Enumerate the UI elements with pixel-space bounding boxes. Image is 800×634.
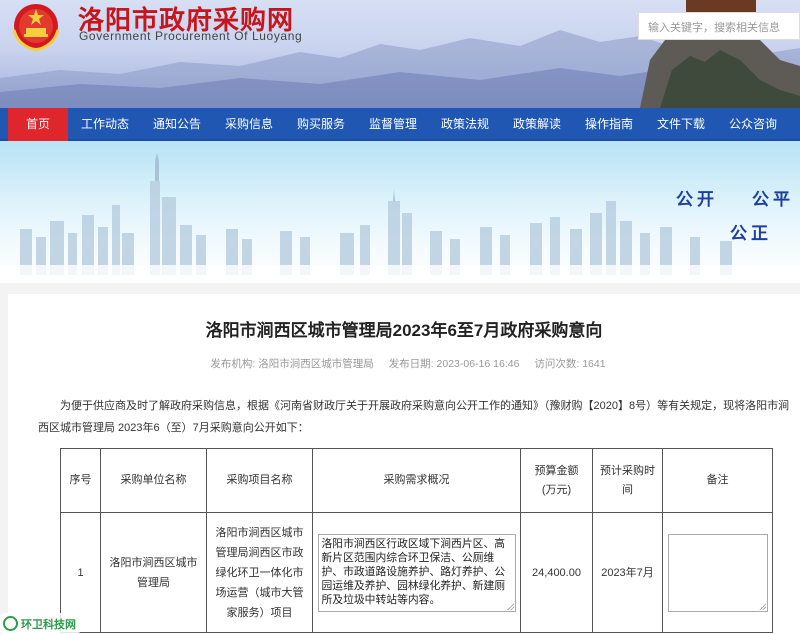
site-subtitle: Government Procurement Of Luoyang (79, 29, 303, 43)
header-budget-line1: 预算金额 (534, 464, 579, 477)
nav-item-guide[interactable]: 操作指南 (580, 108, 638, 141)
search-input[interactable]: 输入关键字，搜索相关信息 (638, 12, 800, 40)
header-time-line2: 间 (622, 483, 633, 496)
intro-paragraph-line2: 西区城市管理局 2023年6（至）7月采购意向公开如下： (38, 422, 309, 434)
publisher-meta: 发布机构: 洛阳市涧西区城市管理局 (210, 358, 373, 370)
cell-project-line1: 洛阳市涧西区城市 (215, 526, 304, 539)
header-unit: 采购单位名称 (100, 448, 207, 513)
city-skyline-image (0, 153, 800, 283)
cell-overview: 洛阳市涧西区行政区域下涧西片区、高新片区范围内综合环卫保洁、公厕维护、市政道路设… (312, 512, 521, 633)
national-emblem-icon (12, 4, 60, 52)
date-label: 发布日期: (388, 358, 434, 370)
watermark: 环卫科技网 (0, 613, 80, 634)
article-meta: 发布机构: 洛阳市涧西区城市管理局 发布日期: 2023-06-16 16:46… (8, 356, 800, 371)
cell-project-line4: 场运营（城市大管 (215, 586, 304, 599)
cell-project-line2: 管理局涧西区市政 (215, 546, 304, 559)
nav-item-home[interactable]: 首页 (8, 108, 68, 141)
nav-item-purchase-service[interactable]: 购买服务 (292, 108, 350, 141)
slogan-fair: 公平 (752, 190, 794, 210)
cell-remark (662, 512, 773, 633)
header-remark: 备注 (662, 448, 773, 513)
slogan-open: 公开 (676, 190, 718, 210)
cell-budget: 24,400.00 (520, 512, 593, 633)
nav-item-work-news[interactable]: 工作动态 (76, 108, 134, 141)
watermark-logo-icon (3, 616, 18, 631)
main-nav: 首页 工作动态 通知公告 采购信息 购买服务 监督管理 政策法规 政策解读 操作… (0, 108, 800, 141)
cell-time: 2023年7月 (592, 512, 663, 633)
header-budget: 预算金额 (万元) (520, 448, 593, 513)
header-seq: 序号 (60, 448, 101, 513)
article-title: 洛阳市涧西区城市管理局2023年6至7月政府采购意向 (205, 321, 603, 340)
intro-paragraph-line1: 为便于供应商及时了解政府采购信息，根据《河南省财政厅关于开展政府采购意向公开工作… (60, 400, 790, 412)
remark-textarea[interactable] (667, 533, 768, 612)
banner: 公开 公平 公正 (0, 141, 800, 283)
overview-textarea[interactable]: 洛阳市涧西区行政区域下涧西片区、高新片区范围内综合环卫保洁、公厕维护、市政道路设… (317, 533, 516, 612)
cell-project: 洛阳市涧西区城市 管理局涧西区市政 绿化环卫一体化市 场运营（城市大管 家服务）… (206, 512, 313, 633)
site-header: 洛阳市政府采购网 Government Procurement Of Luoya… (0, 0, 800, 108)
cell-unit-line1: 洛阳市涧西区城市 (109, 556, 198, 569)
slogan-just: 公正 (730, 224, 772, 244)
visits-label: 访问次数: (534, 358, 580, 370)
watermark-text: 环卫科技网 (21, 619, 76, 631)
nav-item-notices[interactable]: 通知公告 (148, 108, 206, 141)
cell-project-line3: 绿化环卫一体化市 (215, 566, 304, 579)
publisher-label: 发布机构: (210, 358, 256, 370)
header-time: 预计采购时 间 (592, 448, 663, 513)
procurement-table: 序号 采购单位名称 采购项目名称 采购需求概况 预算金额 (万元) 预计采购时 … (60, 448, 773, 633)
resize-handle-icon[interactable] (758, 602, 766, 610)
nav-item-procurement-info[interactable]: 采购信息 (220, 108, 278, 141)
cell-project-line5: 家服务）项目 (226, 606, 293, 619)
cell-unit: 洛阳市涧西区城市 管理局 (100, 512, 207, 633)
visits-value: 1641 (582, 358, 606, 370)
article-panel: 洛阳市涧西区城市管理局2023年6至7月政府采购意向 发布机构: 洛阳市涧西区城… (8, 294, 800, 634)
cell-unit-line2: 管理局 (137, 576, 170, 589)
header-time-line1: 预计采购时 (600, 464, 655, 477)
overview-text: 洛阳市涧西区行政区域下涧西片区、高新片区范围内综合环卫保洁、公厕维护、市政道路设… (321, 537, 506, 606)
nav-item-policy-interpretation[interactable]: 政策解读 (508, 108, 566, 141)
date-meta: 发布日期: 2023-06-16 16:46 (389, 358, 520, 370)
nav-item-public-consult[interactable]: 公众咨询 (724, 108, 782, 141)
date-value: 2023-06-16 16:46 (436, 358, 520, 370)
header-overview: 采购需求概况 (312, 448, 521, 513)
resize-handle-icon[interactable] (506, 602, 514, 610)
table-header-row: 序号 采购单位名称 采购项目名称 采购需求概况 预算金额 (万元) 预计采购时 … (60, 448, 773, 513)
nav-item-downloads[interactable]: 文件下载 (652, 108, 710, 141)
header-budget-line2: (万元) (541, 483, 572, 496)
publisher-value: 洛阳市涧西区城市管理局 (258, 358, 374, 370)
nav-item-policies[interactable]: 政策法规 (436, 108, 494, 141)
header-project: 采购项目名称 (206, 448, 313, 513)
visits-meta: 访问次数: 1641 (534, 358, 605, 370)
table-row: 1 洛阳市涧西区城市 管理局 洛阳市涧西区城市 管理局涧西区市政 绿化环卫一体化… (60, 512, 773, 633)
nav-item-supervision[interactable]: 监督管理 (364, 108, 422, 141)
